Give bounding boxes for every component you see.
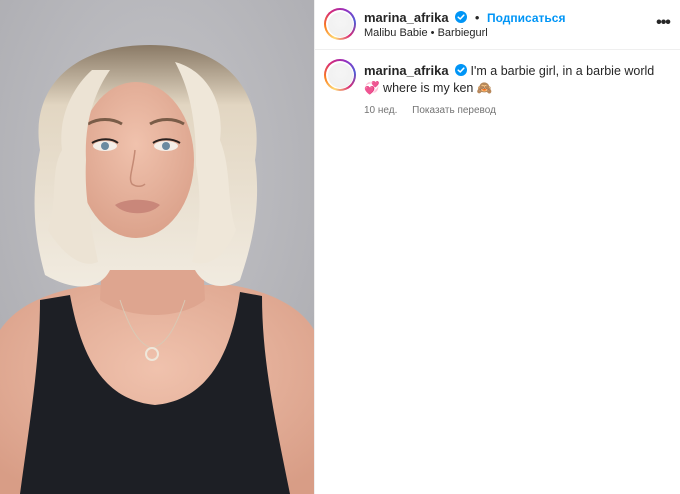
header-subtitle: Malibu Babie • Barbiegurl bbox=[364, 27, 488, 39]
post-media[interactable] bbox=[0, 0, 314, 494]
verified-badge-icon bbox=[455, 64, 468, 76]
more-options-button[interactable]: ••• bbox=[654, 14, 672, 32]
comment-timestamp[interactable]: 10 нед. bbox=[364, 105, 397, 116]
header-separator: • bbox=[474, 10, 480, 25]
follow-button[interactable]: Подписаться bbox=[487, 11, 565, 25]
comment-username[interactable]: marina_afrika bbox=[364, 63, 449, 78]
subtitle-separator: • bbox=[430, 27, 435, 39]
post-details-panel: marina_afrika • Подписаться Malibu Babie… bbox=[314, 0, 680, 494]
comment-meta: 10 нед. Показать перевод bbox=[364, 102, 670, 119]
header-title-line: marina_afrika • Подписаться bbox=[364, 10, 565, 25]
post-photo bbox=[0, 0, 314, 494]
post-header: marina_afrika • Подписаться Malibu Babie… bbox=[315, 0, 680, 50]
comment-avatar[interactable] bbox=[324, 59, 356, 91]
author-avatar[interactable] bbox=[324, 8, 356, 40]
caption-comment: marina_afrika I'm a barbie girl, in a ba… bbox=[324, 59, 670, 119]
verified-badge-icon bbox=[455, 11, 468, 23]
show-translation-link[interactable]: Показать перевод bbox=[412, 105, 496, 116]
author-username[interactable]: marina_afrika bbox=[364, 10, 449, 25]
audio-link-left[interactable]: Malibu Babie bbox=[364, 27, 428, 39]
more-options-icon: ••• bbox=[656, 14, 671, 31]
comment-body: marina_afrika I'm a barbie girl, in a ba… bbox=[364, 59, 670, 119]
audio-link-right[interactable]: Barbiegurl bbox=[438, 27, 488, 39]
